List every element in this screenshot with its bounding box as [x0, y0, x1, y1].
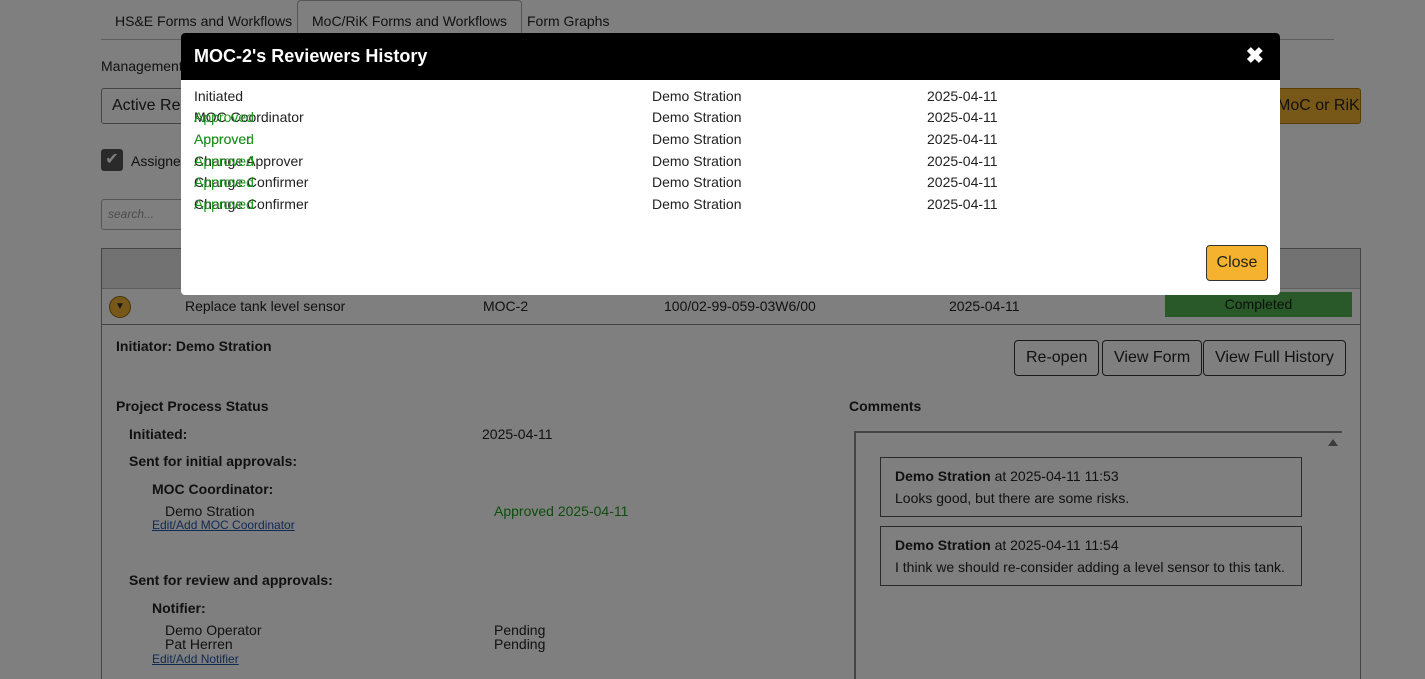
history-status: Approved: [194, 196, 254, 212]
history-date: 2025-04-11: [927, 153, 998, 169]
history-date: 2025-04-11: [927, 196, 998, 212]
modal-header: MOC-2's Reviewers History ✖: [181, 33, 1280, 80]
reviewers-history-modal: MOC-2's Reviewers History ✖ Initiated De…: [181, 33, 1280, 295]
history-status: Approved: [194, 174, 254, 190]
history-date: 2025-04-11: [927, 109, 998, 125]
history-date: 2025-04-11: [927, 131, 998, 147]
history-row: Change Confirmer Approved Demo Stration …: [181, 196, 1280, 217]
history-row: Initiated Demo Stration 2025-04-11: [181, 88, 1280, 109]
history-row: Approver Approved Demo Stration 2025-04-…: [181, 131, 1280, 152]
history-user: Demo Stration: [652, 88, 742, 104]
history-status: Approved: [194, 153, 254, 169]
history-row: MOC Coordinator Approved Demo Stration 2…: [181, 109, 1280, 130]
history-user: Demo Stration: [652, 196, 742, 212]
history-status: Approved: [194, 131, 254, 147]
history-user: Demo Stration: [652, 174, 742, 190]
history-user: Demo Stration: [652, 131, 742, 147]
history-user: Demo Stration: [652, 153, 742, 169]
history-status: Approved: [194, 109, 254, 125]
history-role: Initiated: [194, 88, 244, 104]
history-date: 2025-04-11: [927, 88, 998, 104]
close-button[interactable]: Close: [1206, 245, 1268, 281]
close-icon[interactable]: ✖: [1246, 43, 1264, 69]
history-user: Demo Stration: [652, 109, 742, 125]
history-date: 2025-04-11: [927, 174, 998, 190]
history-row: Change Approver Approved Demo Stration 2…: [181, 153, 1280, 174]
history-row: Change Confirmer Approved Demo Stration …: [181, 174, 1280, 195]
modal-title: MOC-2's Reviewers History: [194, 46, 428, 66]
